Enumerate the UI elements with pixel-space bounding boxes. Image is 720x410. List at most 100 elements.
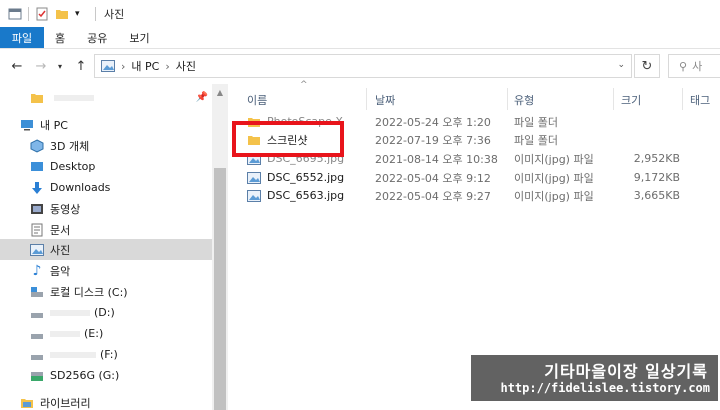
- image-file-icon: [247, 171, 261, 184]
- breadcrumb-pictures[interactable]: 사진: [176, 58, 196, 74]
- column-header-size[interactable]: 크기: [621, 90, 641, 110]
- nav-item-label: SD256G (G:): [50, 369, 120, 382]
- nav-item-documents[interactable]: 문서: [0, 219, 212, 240]
- back-button[interactable]: ←: [6, 55, 28, 77]
- sort-ascending-icon: ^: [300, 80, 308, 90]
- column-separator[interactable]: [507, 88, 508, 110]
- download-icon: [32, 181, 42, 194]
- recent-locations-chevron-icon[interactable]: ▾: [54, 55, 66, 77]
- file-size: 2,952KB: [633, 152, 680, 165]
- nav-item-drive-d[interactable]: (D:): [0, 302, 212, 323]
- breadcrumb-this-pc[interactable]: 내 PC: [131, 58, 159, 74]
- tab-home[interactable]: 홈: [44, 27, 76, 48]
- separator: [95, 6, 96, 21]
- nav-item-drive-f[interactable]: (F:): [0, 344, 212, 365]
- document-icon: [31, 223, 43, 236]
- nav-item-label: 문서: [50, 223, 71, 237]
- address-dropdown-icon[interactable]: ⌄: [617, 60, 625, 70]
- drive-icon: [31, 354, 43, 360]
- drive-icon: [31, 312, 43, 318]
- customize-chevron-icon[interactable]: ▾: [75, 7, 89, 21]
- column-header-date[interactable]: 날짜: [375, 90, 395, 110]
- column-header-type[interactable]: 유형: [514, 90, 534, 110]
- nav-item-label: 동영상: [50, 202, 81, 216]
- file-name: DSC_6563.jpg: [267, 189, 345, 202]
- search-placeholder: 사: [692, 60, 703, 73]
- watermark-title: 기타마을이장 일상기록: [544, 362, 708, 381]
- file-type: 파일 폴더: [514, 115, 558, 129]
- nav-item-drive-g[interactable]: SD256G (G:): [0, 365, 212, 386]
- up-button[interactable]: ↑: [70, 55, 92, 77]
- nav-item-label: 3D 개체: [50, 139, 90, 153]
- nav-item-videos[interactable]: 동영상: [0, 198, 212, 219]
- watermark-banner: 기타마을이장 일상기록 http://fidelislee.tistory.co…: [471, 355, 718, 401]
- new-folder-icon[interactable]: [55, 7, 69, 21]
- nav-item-pictures[interactable]: 사진: [0, 239, 212, 260]
- column-separator[interactable]: [613, 88, 614, 110]
- watermark-url: http://fidelislee.tistory.com: [500, 381, 710, 395]
- nav-item-label: Desktop: [50, 160, 96, 173]
- file-type: 이미지(jpg) 파일: [514, 171, 594, 185]
- blurred-label: [54, 94, 94, 101]
- nav-item-music[interactable]: ♪ 음악: [0, 260, 212, 281]
- scroll-up-icon[interactable]: ▲: [212, 88, 228, 102]
- file-row[interactable]: DSC_6563.jpg 2022-05-04 오후 9:27 이미지(jpg)…: [230, 186, 720, 205]
- pictures-icon: [101, 60, 115, 72]
- pin-icon[interactable]: 📌: [196, 92, 208, 103]
- address-row: ← → ▾ ↑ › 내 PC › 사진 ⌄ ↻ ⚲ 사: [0, 50, 720, 82]
- ribbon-tabs: 파일 홈 공유 보기: [0, 27, 720, 49]
- nav-item-3d-objects[interactable]: 3D 개체: [0, 135, 212, 156]
- blurred-label: [50, 330, 80, 337]
- nav-item-label: (E:): [84, 327, 104, 340]
- file-size: 9,172KB: [633, 171, 680, 184]
- tab-view[interactable]: 보기: [118, 27, 160, 48]
- file-type: 이미지(jpg) 파일: [514, 152, 594, 166]
- nav-item-quick-folder[interactable]: 📌: [0, 87, 212, 108]
- nav-item-label: 음악: [50, 264, 71, 278]
- file-row[interactable]: DSC_6552.jpg 2022-05-04 오후 9:12 이미지(jpg)…: [230, 168, 720, 187]
- nav-item-label: Downloads: [50, 181, 111, 194]
- explorer-icon[interactable]: [8, 7, 22, 21]
- nav-item-libraries[interactable]: 라이브러리: [0, 392, 212, 410]
- nav-item-drive-c[interactable]: 로컬 디스크 (C:): [0, 281, 212, 302]
- desktop-icon: [31, 161, 43, 171]
- search-icon: ⚲: [679, 59, 688, 73]
- tab-share[interactable]: 공유: [76, 27, 118, 48]
- file-name: DSC_6552.jpg: [267, 171, 345, 184]
- file-date: 2022-05-04 오후 9:27: [375, 189, 491, 203]
- 3d-objects-icon: [30, 138, 44, 153]
- file-date: 2021-08-14 오후 10:38: [375, 152, 498, 166]
- search-input[interactable]: ⚲ 사: [668, 54, 720, 78]
- column-header-tags[interactable]: 태그: [690, 90, 710, 110]
- file-type: 이미지(jpg) 파일: [514, 189, 594, 203]
- forward-button[interactable]: →: [30, 55, 52, 77]
- tab-file[interactable]: 파일: [0, 27, 44, 48]
- breadcrumb-separator: ›: [165, 59, 170, 73]
- column-header-name[interactable]: 이름: [247, 90, 267, 110]
- file-date: 2022-07-19 오후 7:36: [375, 133, 491, 147]
- column-separator[interactable]: [366, 88, 367, 110]
- sd-drive-icon: [31, 371, 43, 381]
- nav-item-label: 사진: [50, 243, 71, 257]
- nav-item-downloads[interactable]: Downloads: [0, 177, 212, 198]
- image-file-icon: [247, 189, 261, 202]
- column-separator[interactable]: [682, 88, 683, 110]
- blurred-label: [50, 351, 96, 358]
- drive-icon: [31, 286, 43, 297]
- scroll-thumb[interactable]: [214, 168, 226, 410]
- drive-icon: [31, 333, 43, 339]
- nav-item-this-pc[interactable]: 내 PC: [0, 114, 212, 135]
- file-type: 파일 폴더: [514, 133, 558, 147]
- nav-item-label: (D:): [94, 306, 115, 319]
- highlight-box: [232, 121, 344, 157]
- file-size: [621, 112, 680, 131]
- refresh-button[interactable]: ↻: [634, 54, 660, 78]
- pictures-icon: [30, 243, 44, 256]
- nav-item-desktop[interactable]: Desktop: [0, 156, 212, 177]
- file-date: 2022-05-04 오후 9:12: [375, 171, 491, 185]
- nav-item-drive-e[interactable]: (E:): [0, 323, 212, 344]
- properties-icon[interactable]: [35, 7, 49, 21]
- pc-icon: [21, 119, 33, 130]
- address-bar[interactable]: › 내 PC › 사진 ⌄: [94, 54, 632, 78]
- navigation-scrollbar[interactable]: ▲: [212, 84, 228, 410]
